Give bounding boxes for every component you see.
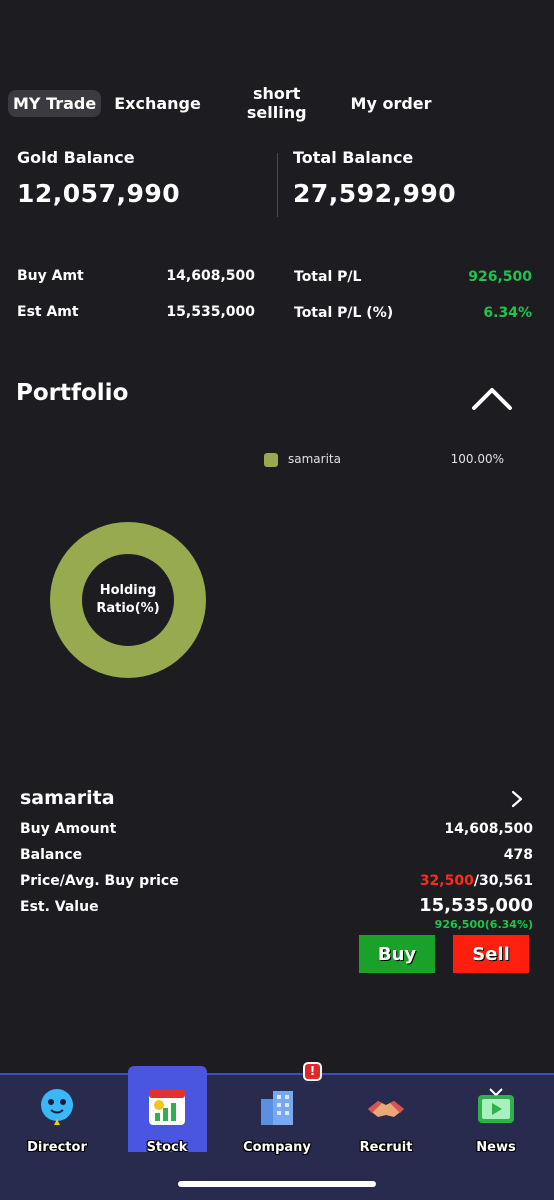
current-price: 32,500 xyxy=(419,873,474,889)
buy-amount-value: 14,608,500 xyxy=(444,821,533,837)
sell-button[interactable]: Sell xyxy=(453,935,529,973)
portfolio-legend: samarita 100.00% xyxy=(264,451,514,469)
nav-news[interactable]: News xyxy=(446,1083,546,1163)
trade-tabs: MY Trade Exchange short selling My order xyxy=(8,80,546,126)
legend-swatch xyxy=(264,453,278,467)
legend-name: samarita xyxy=(288,452,341,466)
buy-amount-label: Buy Amount xyxy=(20,821,117,837)
price-label: Price/Avg. Buy price xyxy=(20,873,179,889)
est-value-label: Est. Value xyxy=(20,899,99,915)
nav-company[interactable]: Company xyxy=(227,1083,327,1163)
est-value-change: 926,500(6.34%) xyxy=(434,918,533,931)
donut-center-label: Holding Ratio(%) xyxy=(96,583,160,616)
est-amt-label: Est Amt xyxy=(17,304,79,320)
avg-buy-price: 30,561 xyxy=(478,873,533,889)
nav-director[interactable]: Director xyxy=(7,1083,107,1163)
alert-badge: ! xyxy=(303,1062,322,1081)
chevron-right-icon[interactable] xyxy=(510,789,524,809)
nav-stock-label: Stock xyxy=(146,1140,188,1155)
gold-balance-label: Gold Balance xyxy=(17,148,135,167)
company-icon xyxy=(261,1091,293,1125)
balance-value: 478 xyxy=(503,847,533,863)
total-balance: Total Balance 27,592,990 xyxy=(293,148,456,208)
news-icon xyxy=(478,1088,514,1123)
legend-percent: 100.00% xyxy=(450,452,504,466)
buy-amt-label: Buy Amt xyxy=(17,268,84,284)
nav-company-label: Company xyxy=(243,1140,311,1155)
chevron-up-icon[interactable] xyxy=(470,382,514,412)
tab-exchange[interactable]: Exchange xyxy=(109,90,206,117)
nav-director-label: Director xyxy=(27,1140,87,1155)
stock-icon xyxy=(149,1089,185,1125)
gold-balance: Gold Balance 12,057,990 xyxy=(17,148,180,208)
recruit-icon xyxy=(368,1101,404,1117)
balance-label: Balance xyxy=(20,847,83,863)
balance-summary: Gold Balance 12,057,990 Total Balance 27… xyxy=(0,148,554,220)
total-pl-label: Total P/L xyxy=(294,269,362,285)
home-indicator[interactable] xyxy=(178,1181,376,1187)
total-balance-value: 27,592,990 xyxy=(293,179,457,208)
portfolio-title: Portfolio xyxy=(16,380,129,406)
nav-recruit-label: Recruit xyxy=(359,1140,413,1155)
tab-my-order[interactable]: My order xyxy=(346,90,437,117)
nav-recruit[interactable]: Recruit xyxy=(336,1083,436,1163)
est-amt-value: 15,535,000 xyxy=(166,304,255,320)
balance-divider xyxy=(277,153,278,217)
director-icon xyxy=(41,1089,73,1125)
gold-balance-value: 12,057,990 xyxy=(17,179,181,208)
buy-amt-value: 14,608,500 xyxy=(166,268,255,284)
est-value-value: 15,535,000 xyxy=(419,895,533,916)
tab-short-selling[interactable]: short selling xyxy=(242,80,312,126)
stock-name[interactable]: samarita xyxy=(20,787,115,809)
nav-stock[interactable]: Stock xyxy=(117,1083,217,1163)
price-values: 32,500/30,561 xyxy=(420,873,533,889)
total-pl-pct-label: Total P/L (%) xyxy=(294,305,394,321)
nav-news-label: News xyxy=(476,1140,516,1155)
total-balance-label: Total Balance xyxy=(293,148,414,167)
tab-my-trade[interactable]: MY Trade xyxy=(8,89,102,117)
total-pl-pct-value: 6.34% xyxy=(483,305,532,321)
total-pl-value: 926,500 xyxy=(468,269,532,285)
buy-button[interactable]: Buy xyxy=(359,935,435,973)
